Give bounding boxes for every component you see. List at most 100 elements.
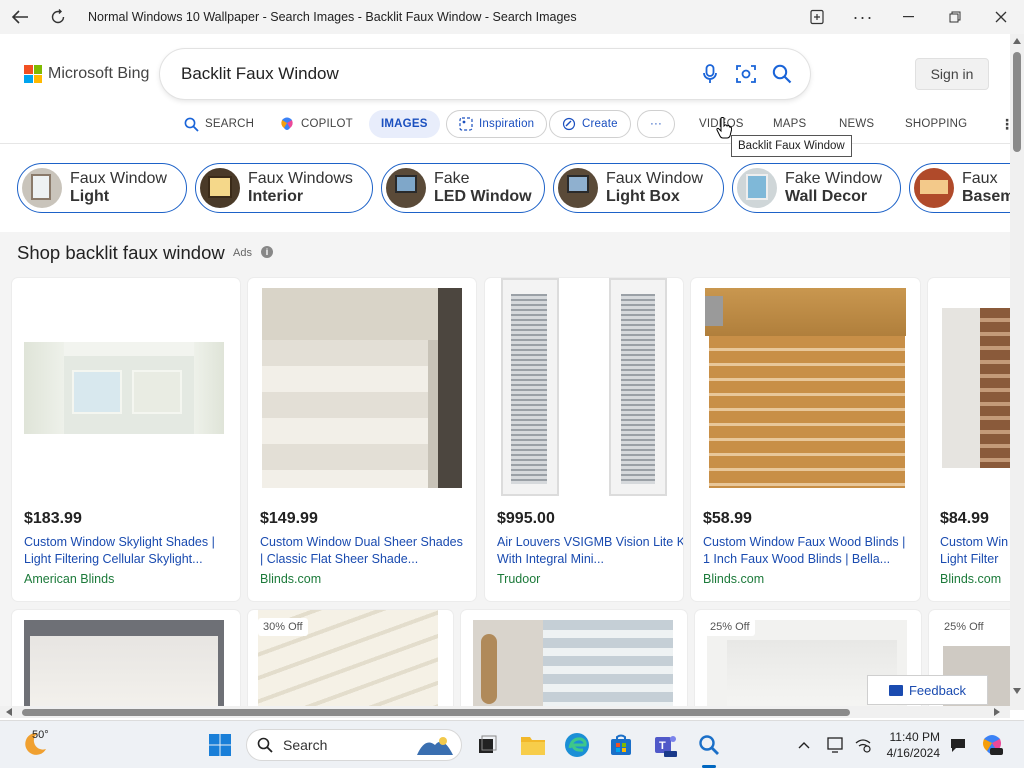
related-chip[interactable]: Fake LED Window bbox=[381, 163, 545, 213]
restore-button[interactable] bbox=[932, 0, 978, 34]
product-image bbox=[473, 620, 673, 710]
related-chip[interactable]: Faux Window Light bbox=[17, 163, 187, 213]
network-button[interactable] bbox=[849, 729, 877, 761]
task-view-button[interactable] bbox=[471, 729, 503, 761]
more-options-button[interactable]: ··· bbox=[840, 0, 886, 34]
edge-browser-icon bbox=[565, 733, 589, 757]
product-card[interactable]: $149.99 Custom Window Dual Sheer Shades … bbox=[248, 278, 476, 601]
horizontal-scroll-thumb[interactable] bbox=[22, 709, 850, 716]
system-clock[interactable]: 11:40 PM 4/16/2024 bbox=[884, 729, 940, 761]
chip-thumbnail bbox=[22, 168, 62, 208]
tab-inspiration[interactable]: Inspiration bbox=[446, 110, 548, 138]
taskbar-search[interactable]: Search bbox=[246, 729, 462, 761]
product-title[interactable]: Custom Window Faux Wood Blinds | 1 Inch … bbox=[703, 534, 908, 568]
start-button[interactable] bbox=[204, 729, 236, 761]
tab-copilot-label: COPILOT bbox=[301, 118, 353, 130]
tooltip: Backlit Faux Window bbox=[731, 135, 852, 157]
product-card[interactable] bbox=[12, 610, 240, 710]
feedback-button[interactable]: Feedback bbox=[867, 675, 988, 705]
tab-search-label: SEARCH bbox=[205, 118, 255, 130]
chip-line1: Fake bbox=[434, 170, 470, 187]
close-button[interactable] bbox=[978, 0, 1024, 34]
chip-line1: Faux bbox=[962, 170, 998, 187]
tab-images[interactable]: IMAGES bbox=[369, 110, 440, 138]
microphone-button[interactable] bbox=[692, 56, 728, 92]
chip-line2: Light bbox=[70, 188, 110, 205]
related-searches: Faux Window Light Faux Windows Interior Fa… bbox=[0, 146, 1010, 232]
product-seller[interactable]: Trudoor bbox=[497, 572, 540, 586]
search-input[interactable]: Backlit Faux Window bbox=[160, 64, 692, 84]
tab-create[interactable]: Create bbox=[549, 110, 631, 138]
clock-date: 4/16/2024 bbox=[886, 746, 940, 760]
camera-search-icon bbox=[736, 65, 756, 83]
clock-time: 11:40 PM bbox=[889, 730, 940, 744]
related-chip[interactable]: Fake Window Wall Decor bbox=[732, 163, 901, 213]
related-chip[interactable]: Faux Window Light Box bbox=[553, 163, 724, 213]
feedback-label: Feedback bbox=[908, 682, 967, 698]
tab-maps[interactable]: MAPS bbox=[773, 110, 806, 138]
copilot-icon bbox=[281, 117, 293, 130]
shopping-section: Shop backlit faux window Ads i $183.99 C… bbox=[0, 232, 1010, 710]
product-seller[interactable]: Blinds.com bbox=[940, 572, 1001, 586]
product-card[interactable]: $183.99 Custom Window Skylight Shades | … bbox=[12, 278, 240, 601]
back-arrow-icon bbox=[11, 10, 28, 24]
horizontal-scrollbar[interactable] bbox=[0, 706, 1010, 718]
teams-button[interactable]: T bbox=[649, 729, 681, 761]
refresh-button[interactable] bbox=[38, 0, 78, 34]
search-submit-button[interactable] bbox=[764, 56, 800, 92]
vertical-scroll-thumb[interactable] bbox=[1013, 52, 1021, 152]
product-card[interactable] bbox=[461, 610, 687, 710]
product-seller[interactable]: Blinds.com bbox=[703, 572, 764, 586]
product-card[interactable]: $58.99 Custom Window Faux Wood Blinds | … bbox=[691, 278, 920, 601]
search-box[interactable]: Backlit Faux Window bbox=[160, 49, 810, 99]
shop-heading: Shop backlit faux window bbox=[17, 242, 225, 263]
file-explorer-button[interactable] bbox=[517, 729, 549, 761]
vertical-scrollbar[interactable] bbox=[1010, 34, 1024, 710]
tab-search[interactable]: SEARCH bbox=[184, 110, 254, 138]
product-card[interactable]: 30% Off bbox=[248, 610, 453, 710]
edge-button[interactable] bbox=[561, 729, 593, 761]
visual-search-button[interactable] bbox=[728, 56, 764, 92]
related-chip[interactable]: Faux Basem bbox=[909, 163, 1010, 213]
show-hidden-icons-button[interactable] bbox=[789, 729, 819, 761]
tab-copilot[interactable]: COPILOT bbox=[279, 110, 353, 138]
copilot-preview-button[interactable] bbox=[976, 729, 1008, 761]
chip-line1: Faux Window bbox=[70, 170, 167, 187]
info-icon[interactable]: i bbox=[261, 246, 273, 258]
product-title[interactable]: Custom Win | Light Filter bbox=[940, 534, 1010, 568]
display-button[interactable] bbox=[822, 729, 850, 761]
feedback-icon bbox=[888, 684, 903, 696]
tab-shopping-label: SHOPPING bbox=[905, 118, 968, 130]
sign-in-button[interactable]: Sign in bbox=[915, 58, 989, 90]
product-seller[interactable]: American Blinds bbox=[24, 572, 114, 586]
product-card[interactable]: $84.99 Custom Win | Light Filter Blinds.… bbox=[928, 278, 1010, 601]
chip-line2: LED Window bbox=[434, 188, 532, 205]
back-button[interactable] bbox=[0, 0, 40, 34]
product-title[interactable]: Air Louvers VSIGMB Vision Lite Kit With … bbox=[497, 534, 683, 568]
close-icon bbox=[995, 11, 1007, 23]
product-image bbox=[705, 288, 906, 488]
tab-news-label: NEWS bbox=[839, 118, 875, 130]
taskbar: 50° Search T 11:40 PM 4/16/2024 bbox=[0, 720, 1024, 768]
chip-thumbnail bbox=[737, 168, 777, 208]
tab-news[interactable]: NEWS bbox=[839, 110, 874, 138]
product-seller[interactable]: Blinds.com bbox=[260, 572, 321, 586]
tab-shopping[interactable]: SHOPPING bbox=[905, 110, 967, 138]
notification-button[interactable] bbox=[944, 729, 972, 761]
store-button[interactable] bbox=[605, 729, 637, 761]
product-card[interactable]: $995.00 Air Louvers VSIGMB Vision Lite K… bbox=[485, 278, 683, 601]
chip-line1: Fake Window bbox=[785, 170, 882, 187]
product-image bbox=[499, 278, 669, 498]
copilot-icon bbox=[983, 735, 1003, 755]
bing-logo[interactable]: Microsoft Bing bbox=[24, 65, 149, 83]
more-tabs-label: ··· bbox=[650, 118, 663, 130]
bing-search-app-button[interactable] bbox=[693, 729, 725, 761]
product-title[interactable]: Custom Window Skylight Shades | Light Fi… bbox=[24, 534, 229, 568]
more-tabs-button[interactable]: ··· bbox=[637, 110, 676, 138]
product-title[interactable]: Custom Window Dual Sheer Shades | Classi… bbox=[260, 534, 465, 568]
related-chip[interactable]: Faux Windows Interior bbox=[195, 163, 373, 213]
chip-line1: Faux Windows bbox=[248, 170, 353, 187]
inspiration-icon bbox=[459, 117, 473, 131]
minimize-button[interactable] bbox=[886, 0, 932, 34]
app-available-button[interactable] bbox=[794, 0, 840, 34]
